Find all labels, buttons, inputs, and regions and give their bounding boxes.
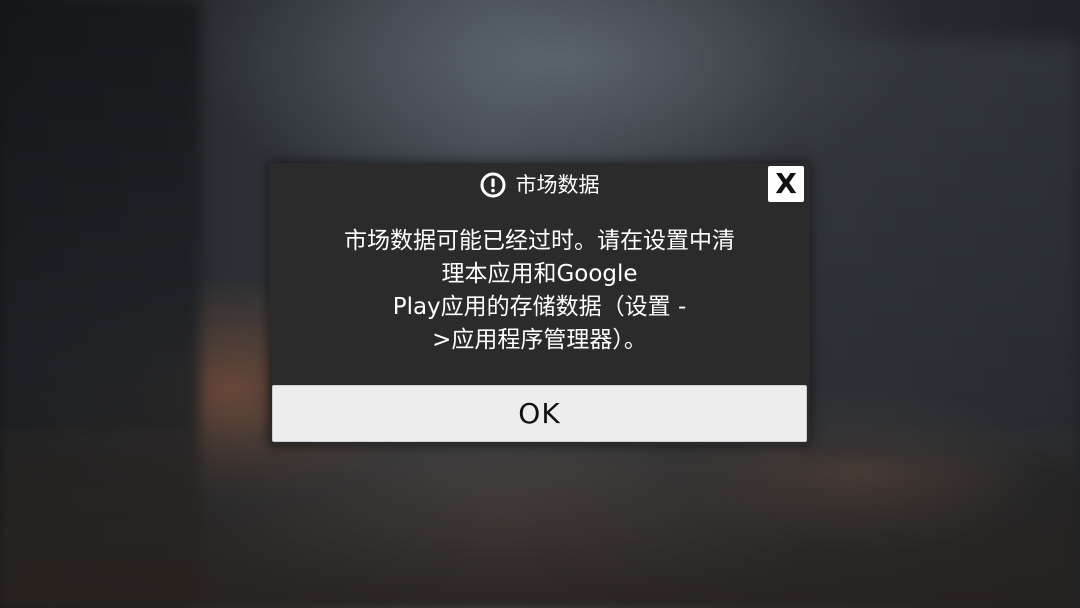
close-button[interactable]: X [768, 166, 804, 202]
dialog-message: 市场数据可能已经过时。请在设置中清 理本应用和Google Play应用的存储数… [299, 225, 780, 357]
market-data-dialog: 市场数据 X 市场数据可能已经过时。请在设置中清 理本应用和Google Pla… [269, 163, 810, 445]
alert-circle-icon [480, 172, 505, 198]
message-line: 市场数据可能已经过时。请在设置中清 [344, 228, 735, 254]
ok-button[interactable]: OK [272, 385, 807, 442]
dialog-header: 市场数据 [269, 163, 810, 207]
close-icon: X [775, 167, 797, 200]
message-line: 理本应用和Google [441, 261, 638, 287]
message-line: >应用程序管理器）。 [432, 327, 647, 353]
dialog-title: 市场数据 [515, 173, 600, 197]
ok-button-label: OK [518, 397, 561, 430]
dialog-header-content: 市场数据 [480, 172, 600, 198]
message-line: Play应用的存储数据（设置 - [392, 294, 687, 320]
background-building [800, 40, 1080, 460]
background-ground [0, 430, 1080, 608]
